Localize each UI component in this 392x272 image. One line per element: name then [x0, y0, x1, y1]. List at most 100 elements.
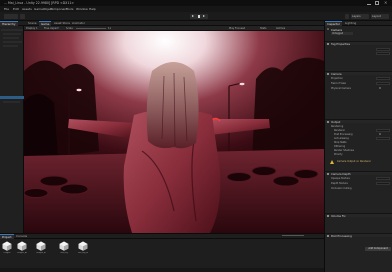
asset-item[interactable]: Dragon_Bl — [36, 241, 46, 254]
tab-inspector[interactable]: Inspector — [325, 21, 343, 26]
fov-field[interactable] — [376, 82, 390, 85]
row-rendering: Rendering — [331, 125, 344, 128]
pause-icon[interactable] — [197, 15, 201, 18]
menu-edit[interactable]: Edit — [13, 7, 19, 11]
row-depth: Depth Texture — [331, 182, 348, 185]
camera-icon — [326, 72, 329, 76]
depth-field[interactable] — [376, 182, 390, 185]
section-title: Post Processing — [331, 234, 352, 239]
icon-size-slider[interactable] — [282, 235, 304, 236]
asset-label: Mid_Rig — [60, 251, 68, 254]
position-field[interactable] — [376, 48, 390, 51]
hierarchy-item[interactable] — [3, 41, 22, 43]
prefab-icon — [59, 241, 69, 251]
prefab-icon — [2, 241, 12, 251]
row-fov: Field of View — [331, 82, 347, 85]
cloud-icon[interactable] — [20, 14, 25, 19]
post-checkbox[interactable] — [379, 133, 382, 136]
layers-dropdown[interactable]: Layers — [351, 14, 369, 19]
tab-hierarchy[interactable]: Hierarchy — [0, 21, 18, 26]
inspector-tabs: Inspector Lighting — [325, 21, 392, 26]
hierarchy-header: Hierarchy — [0, 21, 24, 26]
transform-icon — [326, 42, 329, 46]
asset-item[interactable]: Dragon — [2, 241, 12, 254]
row-renderer: Renderer — [334, 129, 345, 132]
game-panel: Scene Game Asset Store Animator Display … — [24, 21, 324, 233]
tab-project[interactable]: Project — [0, 234, 14, 239]
tab-console[interactable]: Console — [14, 234, 29, 239]
depth-icon — [326, 172, 329, 176]
hierarchy-item[interactable] — [3, 33, 21, 35]
hierarchy-item[interactable] — [3, 37, 19, 39]
prefab-icon — [78, 241, 88, 251]
section-output[interactable]: Output — [325, 119, 392, 125]
playback-controls — [190, 14, 208, 19]
gizmos-dropdown[interactable]: Gizmos — [276, 27, 285, 30]
rotation-field[interactable] — [376, 52, 390, 55]
add-component-button[interactable]: Add Component — [365, 247, 391, 251]
menu-assets[interactable]: Assets — [22, 7, 32, 11]
scale-label: Scale — [66, 27, 73, 30]
opaque-field[interactable] — [376, 177, 390, 180]
display-dropdown[interactable]: Display 1 — [26, 27, 38, 30]
close-button[interactable]: ✕ — [384, 1, 388, 5]
aspect-dropdown[interactable]: Free Aspect — [44, 27, 59, 30]
section-camera[interactable]: Camera — [325, 71, 392, 77]
play-focused-dropdown[interactable]: Play Focused — [229, 27, 245, 30]
physical-checkbox[interactable] — [379, 87, 382, 90]
row-priority: Priority — [334, 153, 343, 156]
account-dropdown[interactable] — [4, 14, 18, 19]
hierarchy-item[interactable] — [3, 101, 20, 103]
anti-field[interactable] — [376, 137, 390, 140]
renderer-field[interactable] — [376, 129, 390, 132]
warning-icon — [330, 160, 334, 164]
project-tabs: Project Console — [0, 234, 324, 239]
volume-icon — [326, 214, 329, 218]
object-name[interactable]: Camera — [331, 28, 342, 32]
prefab-icon — [36, 241, 46, 251]
asset-item[interactable]: Mid_Rig_Bl — [78, 241, 88, 254]
stats-toggle[interactable]: Stats — [260, 27, 266, 30]
script-icon — [326, 234, 329, 238]
menu-tools[interactable]: Tools — [66, 7, 73, 11]
section-title: Volume Fix — [331, 214, 346, 219]
object-active-checkbox[interactable] — [327, 28, 330, 31]
minimize-button[interactable] — [367, 1, 371, 5]
game-viewport[interactable] — [24, 31, 324, 233]
scale-slider[interactable] — [76, 28, 106, 29]
row-post: Post Processing — [334, 133, 353, 136]
collab-icon[interactable] — [345, 14, 349, 19]
hierarchy-panel: Hierarchy — [0, 21, 24, 233]
row-anti: Anti-aliasing — [334, 137, 349, 140]
hierarchy-item[interactable] — [3, 45, 18, 47]
projection-field[interactable] — [376, 77, 390, 80]
step-icon[interactable] — [203, 15, 205, 17]
section-volume-fix[interactable]: Volume Fix — [325, 213, 392, 219]
section-title: Camera — [331, 72, 342, 77]
menu-help[interactable]: Help — [89, 7, 96, 11]
warning-text: Camera Output on Renderer — [337, 160, 371, 163]
hierarchy-item-selected[interactable] — [0, 96, 24, 99]
menu-component[interactable]: Component — [50, 7, 67, 11]
inspector-panel: Inspector Lighting Camera Untagged Tag P… — [324, 21, 392, 272]
hierarchy-item[interactable] — [1, 29, 23, 31]
status-bar — [0, 268, 324, 272]
asset-label: Mid_Rig_Bl — [78, 251, 88, 254]
row-occlusion: Occlusion Culling — [331, 187, 352, 190]
tab-lighting[interactable]: Lighting — [343, 21, 358, 26]
menu-file[interactable]: File — [4, 7, 9, 11]
section-post-processing[interactable]: Post Processing — [325, 233, 392, 239]
layout-dropdown[interactable]: Layout — [371, 14, 389, 19]
asset-label: Dragon_Bl — [36, 251, 46, 254]
section-title: Output — [331, 120, 341, 125]
tag-dropdown[interactable]: Untagged — [331, 32, 353, 35]
asset-item[interactable]: Mid_Rig — [59, 241, 69, 254]
menu-window[interactable]: Window — [76, 7, 88, 11]
asset-item[interactable]: Dragon_Auto — [17, 241, 27, 254]
maximize-button[interactable] — [375, 1, 379, 5]
section-tag-properties[interactable]: Tag Properties — [325, 41, 392, 46]
section-camera-depth[interactable]: Camera Depth — [325, 171, 392, 176]
row-dither: Dithering — [334, 145, 346, 148]
play-icon[interactable] — [192, 15, 194, 17]
row-opaque: Opaque Texture — [331, 177, 350, 180]
